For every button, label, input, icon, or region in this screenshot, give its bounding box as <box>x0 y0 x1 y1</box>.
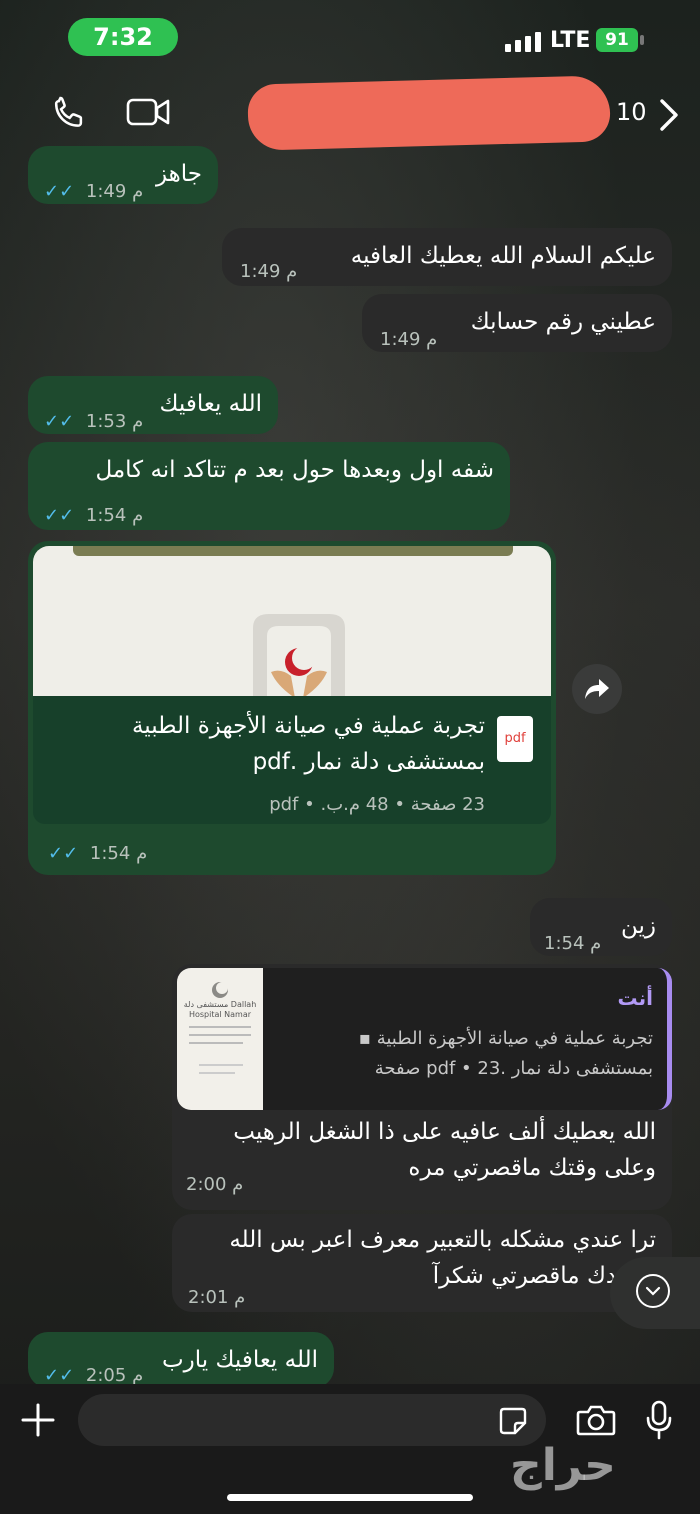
message-text: الله يعافيك يارب <box>162 1347 318 1373</box>
document-preview-band <box>73 546 513 556</box>
document-message[interactable]: pdf تجربة عملية في صيانة الأجهزة الطبية … <box>28 541 556 875</box>
message-bubble-incoming-reply[interactable]: مستشفى دلة Dallah Hospital Namar أنت تجر… <box>172 964 672 1210</box>
pdf-file-icon: pdf <box>497 716 533 762</box>
message-time: 1:54 م <box>89 843 148 864</box>
message-input[interactable] <box>78 1394 546 1446</box>
message-time: 2:01 م <box>188 1287 246 1308</box>
camera-icon[interactable] <box>576 1404 616 1440</box>
message-meta: ✓✓ 1:54 م <box>44 498 143 534</box>
message-bubble-outgoing[interactable]: جاهز ✓✓ 1:49 م <box>28 146 218 204</box>
status-bar: 7:32 LTE 91 <box>0 0 700 80</box>
document-title-line: تجربة عملية في صيانة الأجهزة الطبية <box>131 713 485 739</box>
message-time: 1:49 م <box>380 329 438 350</box>
read-receipt-icon: ✓✓ <box>44 181 80 202</box>
video-call-icon[interactable] <box>126 96 170 132</box>
signal-icon <box>505 32 541 52</box>
forward-arrow-icon <box>585 679 609 699</box>
read-receipt-icon: ✓✓ <box>44 1365 80 1386</box>
message-time: 2:05 م <box>85 1365 144 1386</box>
document-meta: 23 صفحة • 48 م.ب. • pdf <box>269 794 485 815</box>
document-title: تجربة عملية في صيانة الأجهزة الطبية بمست… <box>55 708 485 780</box>
forward-button[interactable] <box>572 664 622 714</box>
document-icon: ▪ <box>358 1028 371 1049</box>
message-text: شفه اول وبعدها حول بعد م تتاكد انه كامل <box>95 457 494 483</box>
message-time: 2:00 م <box>186 1174 244 1195</box>
message-bubble-incoming[interactable]: ترا عندي مشكله بالتعبير معرف اعبر بس الل… <box>172 1214 672 1312</box>
message-bubble-outgoing[interactable]: الله يعافيك يارب ✓✓ 2:05 م <box>28 1332 334 1388</box>
message-line: الله يعطيك ألف عافيه على ذا الشغل الرهيب <box>233 1119 656 1145</box>
message-line: ترا عندي مشكله بالتعبير معرف اعبر بس الل… <box>229 1227 656 1253</box>
network-type: LTE <box>550 28 591 53</box>
message-bubble-incoming[interactable]: عليكم السلام الله يعطيك العافيه 1:49 م <box>222 228 672 286</box>
message-text: جاهز <box>155 161 202 187</box>
quoted-line: بمستشفى دلة نمار .pdf • 23 صفحة <box>374 1058 653 1079</box>
quoted-thumbnail-text: مستشفى دلة Dallah Hospital Namar <box>183 1000 257 1019</box>
message-text: عليكم السلام الله يعطيك العافيه <box>350 243 656 269</box>
document-preview[interactable] <box>33 546 551 696</box>
microphone-icon[interactable] <box>644 1400 674 1444</box>
document-info[interactable]: pdf تجربة عملية في صيانة الأجهزة الطبية … <box>33 696 551 824</box>
status-time: 7:32 <box>68 18 178 56</box>
message-text: زين <box>620 913 656 939</box>
haraj-watermark: حراج <box>510 1440 616 1491</box>
quoted-document-thumbnail: مستشفى دلة Dallah Hospital Namar <box>177 968 263 1110</box>
read-receipt-icon: ✓✓ <box>44 411 80 432</box>
message-bubble-outgoing[interactable]: شفه اول وبعدها حول بعد م تتاكد انه كامل … <box>28 442 510 530</box>
message-time: 1:54 م <box>544 933 602 954</box>
sticker-icon[interactable] <box>498 1406 528 1440</box>
message-line: وعلى وقتك ماقصرتي مره <box>408 1155 656 1181</box>
redacted-contact-name <box>247 75 611 151</box>
home-indicator[interactable] <box>227 1494 473 1501</box>
scroll-to-bottom-button[interactable] <box>610 1257 700 1329</box>
quoted-text: تجربة عملية في صيانة الأجهزة الطبية ▪ بم… <box>283 1024 653 1084</box>
document-title-line: بمستشفى دلة نمار .pdf <box>252 749 485 775</box>
message-time: 1:54 م <box>85 505 144 526</box>
message-bubble-incoming[interactable]: عطيني رقم حسابك 1:49 م <box>362 294 672 352</box>
quoted-author: أنت <box>617 986 653 1010</box>
contact-name-fragment: 10 <box>616 98 647 126</box>
message-line: يسعدك ماقصرتي شكرآ <box>432 1263 656 1289</box>
quoted-line: تجربة عملية في صيانة الأجهزة الطبية <box>376 1028 653 1049</box>
message-text: الله يعطيك ألف عافيه على ذا الشغل الرهيب… <box>233 1114 656 1186</box>
message-time: 1:49 م <box>85 181 144 202</box>
battery-icon: 91 <box>596 28 638 52</box>
phone-call-icon[interactable] <box>50 94 88 136</box>
message-time: 1:49 م <box>240 261 298 282</box>
message-text: ترا عندي مشكله بالتعبير معرف اعبر بس الل… <box>229 1222 656 1294</box>
message-bubble-outgoing[interactable]: الله يعافيك ✓✓ 1:53 م <box>28 376 278 434</box>
message-meta: ✓✓ 1:53 م <box>44 404 143 440</box>
message-bubble-incoming[interactable]: زين 1:54 م <box>530 898 672 956</box>
message-meta: ✓✓ 1:54 م <box>48 843 147 864</box>
read-receipt-icon: ✓✓ <box>44 505 80 526</box>
hospital-logo-icon <box>253 614 345 696</box>
back-chevron-icon[interactable] <box>658 98 680 136</box>
message-text: عطيني رقم حسابك <box>470 309 656 335</box>
quoted-message[interactable]: مستشفى دلة Dallah Hospital Namar أنت تجر… <box>177 968 672 1110</box>
chevron-down-icon <box>636 1274 670 1308</box>
read-receipt-icon: ✓✓ <box>48 843 84 864</box>
message-meta: ✓✓ 1:49 م <box>44 174 143 210</box>
message-time: 1:53 م <box>85 411 144 432</box>
battery-tip <box>640 35 644 45</box>
message-text: الله يعافيك <box>159 391 262 417</box>
attach-plus-icon[interactable] <box>20 1402 56 1442</box>
